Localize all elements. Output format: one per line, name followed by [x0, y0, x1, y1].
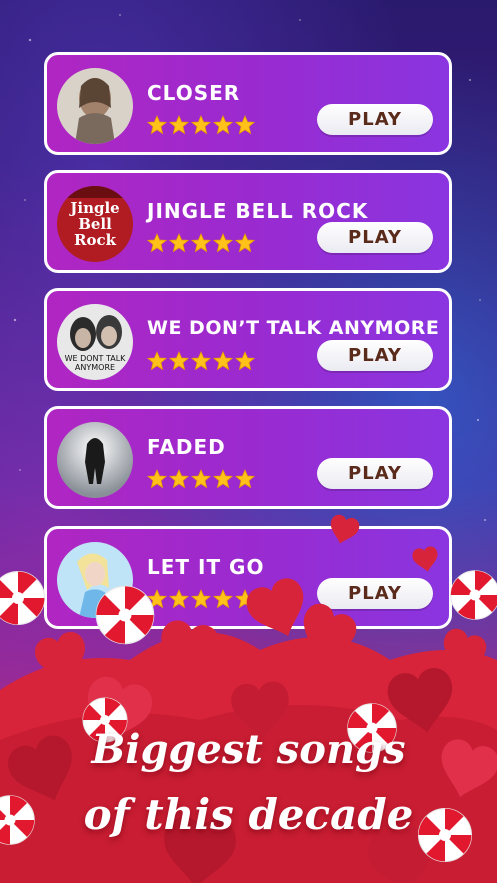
promo-line-1: Biggest songs: [91, 726, 406, 773]
promo-line-2: of this decade: [83, 790, 414, 839]
